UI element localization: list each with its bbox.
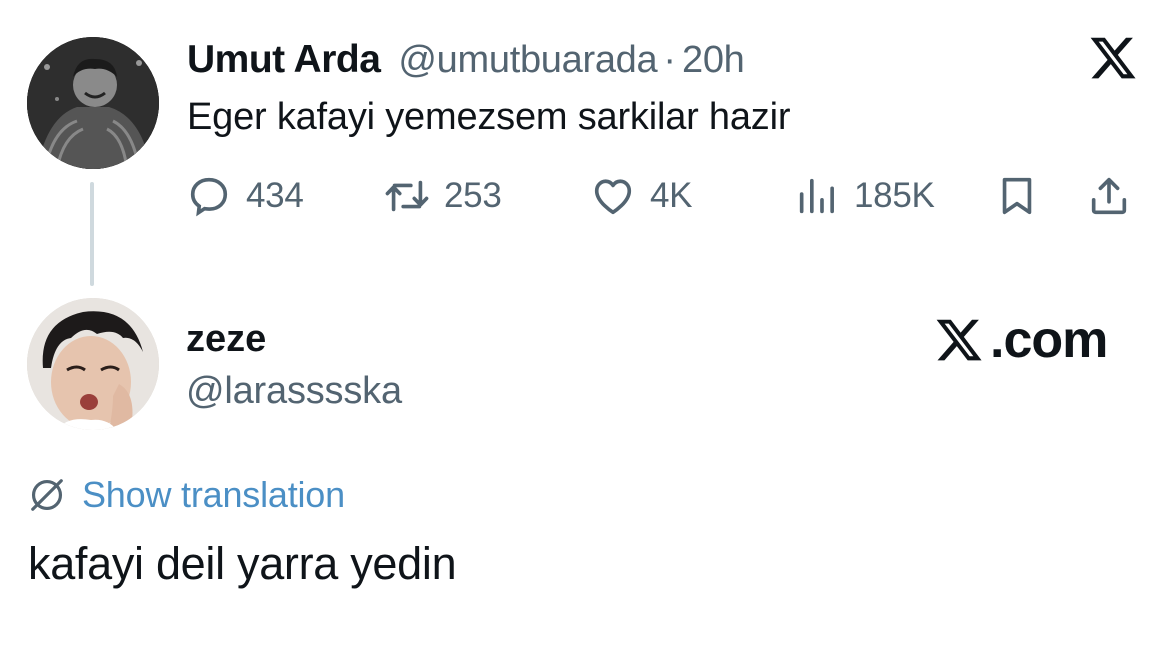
tweet2-text: kafayi deil yarra yedin [28,538,457,589]
x-com-watermark: .com [930,310,1108,370]
avatar-umut-arda[interactable] [27,37,159,169]
avatar-photo-icon [27,37,159,169]
retweet-count: 253 [444,176,502,215]
like-count: 4K [650,176,693,215]
views-icon [799,178,834,214]
reply-count: 434 [246,176,304,215]
tweet1-handle[interactable]: @umutbuarada [398,39,657,82]
avatar-photo-icon [27,298,159,430]
share-button[interactable] [1086,168,1132,224]
tweet1-author-name[interactable]: Umut Arda [187,38,381,82]
reply-icon [190,177,228,217]
bookmark-icon [1002,177,1032,215]
views-count: 185K [854,176,935,215]
thread-connector-line [90,182,94,286]
x-com-suffix: .com [990,311,1108,369]
retweet-button[interactable]: 253 [384,168,502,224]
avatar-zeze[interactable] [27,298,159,430]
show-translation-label[interactable]: Show translation [82,474,345,516]
share-icon [1091,177,1127,215]
views-button[interactable]: 185K [794,168,935,224]
x-logo-icon [936,319,982,361]
tweet1-text: Eger kafayi yemezsem sarkilar hazir [187,96,791,138]
tweet2-handle[interactable]: @larasssska [186,370,402,413]
bookmark-button[interactable] [994,168,1040,224]
reply-button[interactable]: 434 [186,168,304,224]
translate-icon [31,479,63,511]
retweet-icon [385,180,429,212]
like-button[interactable]: 4K [590,168,693,224]
show-translation-link[interactable]: Show translation [28,472,345,518]
tweet1-separator: · [663,38,676,81]
tweet1-header: Umut Arda @umutbuarada · 20h [187,36,745,84]
x-logo-icon[interactable] [1086,33,1140,83]
tweet2-author-name[interactable]: zeze [186,318,266,361]
tweet1-timestamp[interactable]: 20h [682,39,745,82]
heart-icon [594,179,632,215]
